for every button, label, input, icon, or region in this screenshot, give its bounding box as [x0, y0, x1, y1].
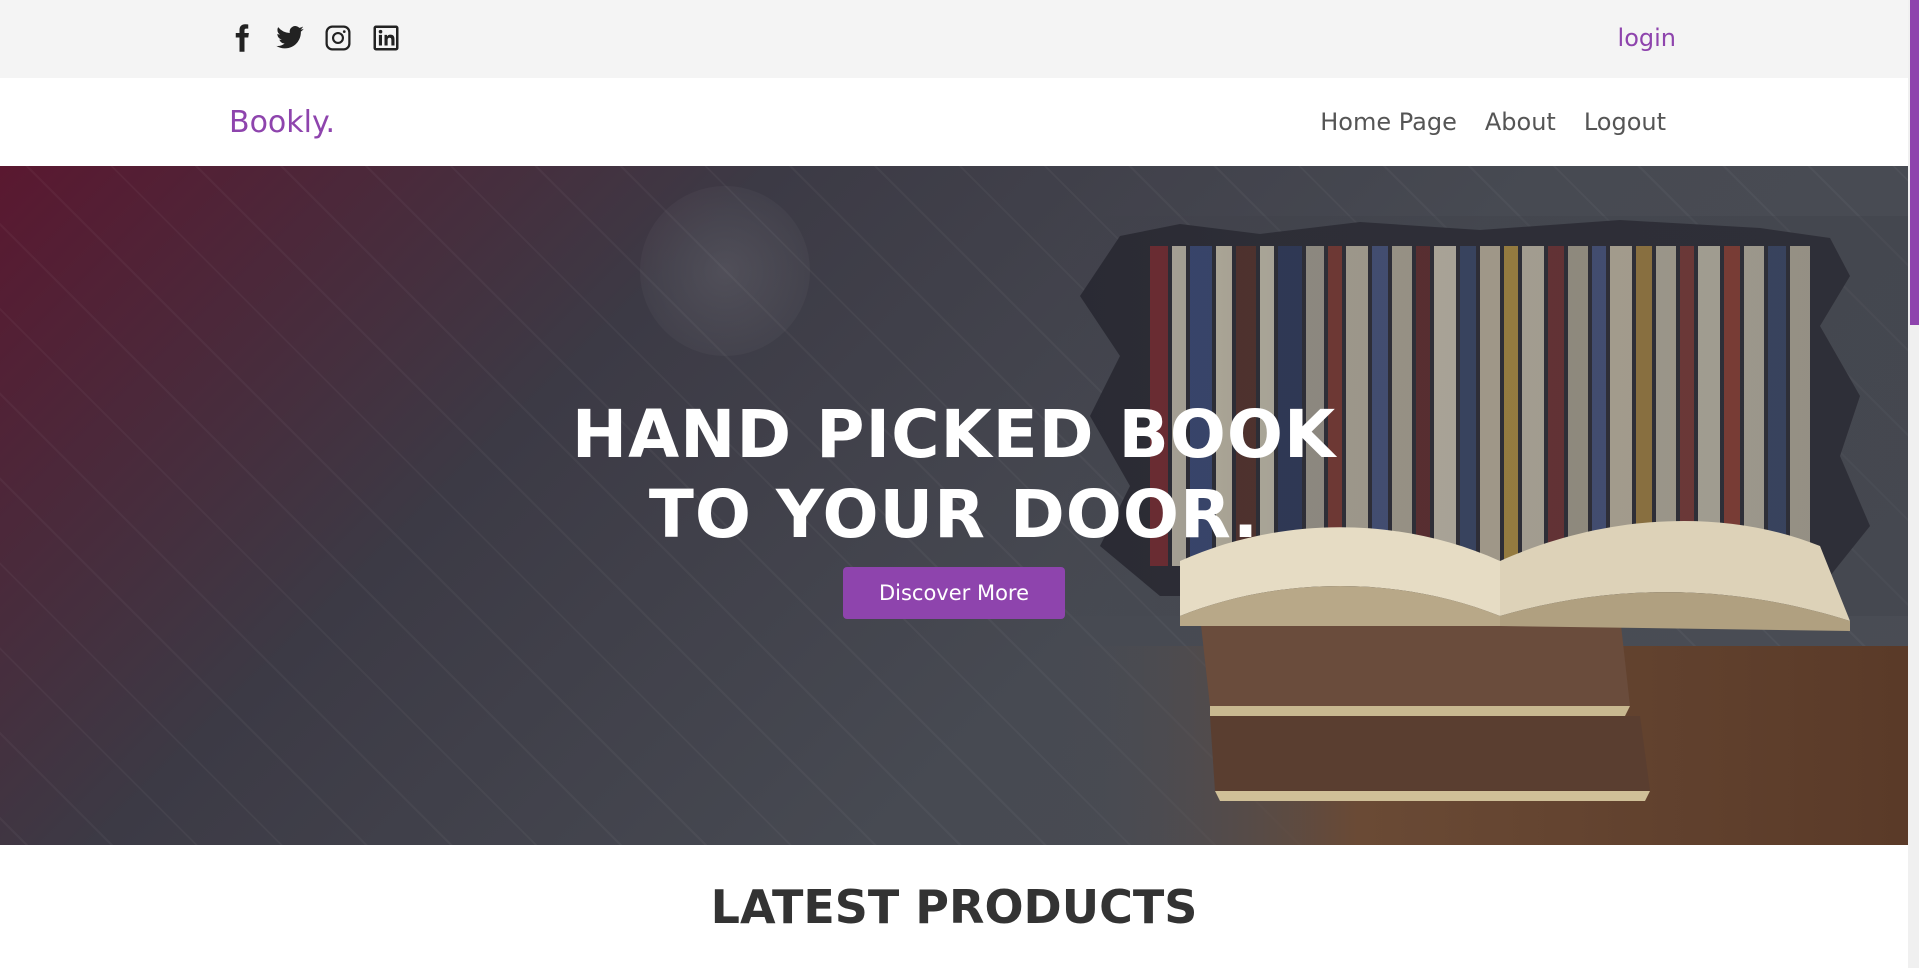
- scrollbar-thumb[interactable]: [1910, 0, 1919, 325]
- hero-title-line2: TO YOUR DOOR.: [648, 476, 1260, 553]
- hero-banner: HAND PICKED BOOK TO YOUR DOOR.: [0, 166, 1908, 845]
- hero-title-line1: HAND PICKED BOOK: [571, 396, 1337, 473]
- facebook-icon[interactable]: [226, 20, 258, 56]
- hero-heading: HAND PICKED BOOK TO YOUR DOOR.: [0, 395, 1908, 555]
- twitter-icon[interactable]: [274, 20, 306, 56]
- top-bar: login: [0, 0, 1908, 78]
- main-navbar: Bookly. Home Page About Logout: [0, 78, 1908, 166]
- lens-flare: [640, 186, 810, 356]
- login-link[interactable]: login: [1618, 24, 1676, 52]
- discover-more-button[interactable]: Discover More: [843, 567, 1065, 619]
- linkedin-icon[interactable]: [370, 20, 402, 56]
- nav-link-home[interactable]: Home Page: [1320, 108, 1457, 136]
- nav-link-logout[interactable]: Logout: [1584, 108, 1666, 136]
- social-links: [226, 20, 402, 56]
- nav-link-about[interactable]: About: [1485, 108, 1556, 136]
- nav-menu: Home Page About Logout: [1320, 108, 1666, 136]
- latest-products-heading: LATEST PRODUCTS: [710, 880, 1198, 934]
- brand-logo[interactable]: Bookly.: [229, 105, 335, 140]
- instagram-icon[interactable]: [322, 20, 354, 56]
- page-scrollbar[interactable]: [1908, 0, 1919, 968]
